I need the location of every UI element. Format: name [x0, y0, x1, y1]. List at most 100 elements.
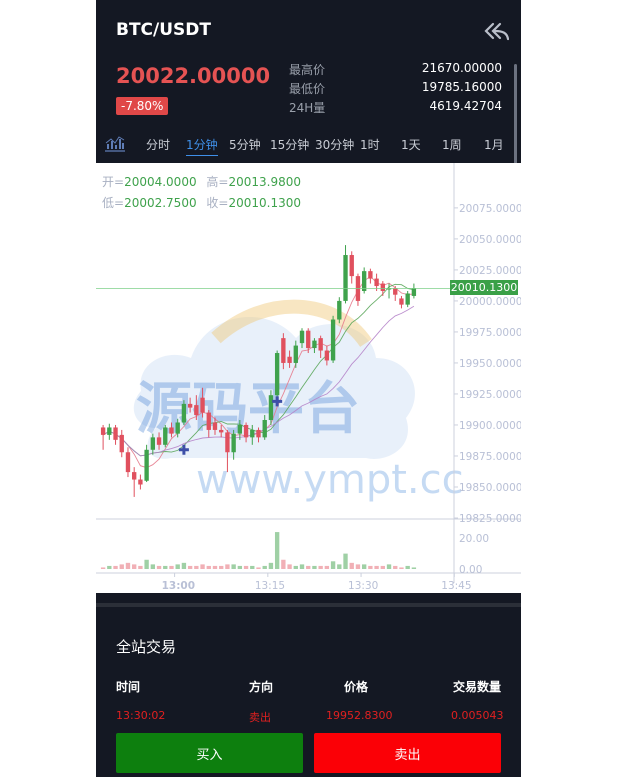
volume-bar [156, 565, 162, 569]
volume-bar [293, 565, 298, 569]
volume-bar [337, 564, 342, 569]
candle-body [144, 449, 149, 481]
candle-body [150, 437, 156, 450]
buy-button[interactable]: 买入 [116, 733, 303, 773]
candle-body [225, 432, 230, 453]
low-value: 20002.7500 [124, 196, 197, 210]
tab-1week[interactable]: 1周 [442, 136, 462, 153]
tab-1min[interactable]: 1分钟 [186, 136, 218, 156]
stat-value: 19785.16000 [421, 80, 502, 94]
stat-label: 最高价 [289, 63, 326, 77]
candle-body [368, 271, 373, 279]
volume-bar [181, 562, 187, 569]
volume-bar [175, 564, 180, 569]
candle-body [219, 429, 224, 433]
volume-bar [150, 564, 156, 569]
close-label: 收= [206, 196, 229, 210]
candle-body [132, 472, 137, 480]
low-label: 低= [102, 196, 125, 210]
stat-high: 最高价 21670.00000 [289, 61, 502, 80]
candle-body [405, 293, 410, 305]
volume-bar [200, 564, 205, 569]
candle-body [194, 405, 199, 416]
tab-timeshare[interactable]: 分时 [146, 136, 170, 153]
volume-bar [355, 564, 361, 569]
candle-body [181, 403, 187, 423]
chart-canvas[interactable]: 源码平台www.ympt.cc20075.000020050.000020025… [96, 163, 521, 593]
stat-volume: 24H量 4619.42704 [289, 99, 502, 118]
volume-bar [187, 565, 193, 569]
volume-bar [132, 564, 137, 569]
volume-bar [330, 561, 336, 569]
volume-bar [138, 565, 143, 569]
volume-bar [299, 564, 305, 569]
trade-price: 19952.8300 [326, 709, 393, 722]
volume-bar [324, 565, 330, 569]
candle-body [324, 350, 330, 361]
tab-1day[interactable]: 1天 [401, 136, 421, 153]
volume-bar [119, 564, 124, 569]
candle-body [107, 427, 112, 435]
time-tick-label: 13:00 [162, 580, 195, 592]
tab-5min[interactable]: 5分钟 [229, 136, 261, 153]
candle-body [393, 288, 398, 295]
price-tick-label: 20025.0000 [459, 265, 521, 277]
change-badge: -7.80% [116, 97, 169, 115]
header: BTC/USDT [96, 0, 521, 60]
candle-body [250, 429, 255, 438]
volume-bar [163, 565, 168, 569]
tab-1month[interactable]: 1月 [484, 136, 504, 153]
last-price-label: 20010.1300 [450, 280, 518, 296]
volume-bar [206, 565, 211, 569]
price-tick-label: 19975.0000 [459, 327, 521, 339]
back-double-arrow-icon[interactable] [483, 20, 509, 42]
volume-tick-label: 0.00 [459, 564, 482, 576]
candle-body [318, 338, 323, 351]
trade-time: 13:30:02 [116, 709, 166, 722]
candle-body [374, 278, 379, 287]
open-value: 20004.0000 [124, 175, 197, 189]
volume-bar [343, 553, 348, 569]
volume-bar [113, 565, 118, 569]
kline-bars-icon[interactable] [104, 136, 126, 152]
candle-body [231, 433, 236, 453]
volume-bar [361, 564, 367, 569]
tab-15min[interactable]: 15分钟 [270, 136, 309, 153]
col-header-time: 时间 [116, 680, 141, 694]
stat-value: 4619.42704 [429, 99, 502, 113]
price-tick-label: 19900.0000 [459, 420, 521, 432]
volume-bar [194, 565, 199, 569]
sell-button[interactable]: 卖出 [314, 733, 501, 773]
stat-label: 24H量 [289, 101, 326, 115]
candle-body [306, 330, 311, 349]
stat-value: 21670.00000 [421, 61, 502, 75]
tab-30min[interactable]: 30分钟 [315, 136, 354, 153]
tab-1hour[interactable]: 1时 [360, 136, 380, 153]
candle-body [411, 288, 417, 296]
candle-body [262, 420, 267, 438]
candle-body [343, 255, 348, 301]
trade-qty: 0.005043 [451, 709, 504, 722]
candle-body [312, 340, 317, 349]
candle-body [237, 424, 243, 434]
volume-bar [262, 565, 267, 569]
volume-bar [125, 562, 131, 569]
candle-body [119, 434, 124, 453]
volume-bar [386, 564, 392, 569]
candle-body [206, 412, 211, 430]
kline-chart[interactable]: 源码平台 www.ympt.cc 20075.0000 20050.0000 20025… [96, 163, 521, 593]
volume-bar [231, 564, 236, 569]
high-label: 高= [206, 175, 229, 189]
volume-bar [274, 532, 280, 569]
candle-body [175, 422, 180, 434]
volume-bar [107, 565, 112, 569]
price-tick-label: 19925.0000 [459, 389, 521, 401]
volume-bar [349, 562, 354, 569]
trade-side: 卖出 [249, 711, 271, 724]
volume-bar [219, 565, 224, 569]
trading-app: BTC/USDT 20022.00000 -7.80% 最高价 21670.00… [96, 0, 521, 777]
volume-bar [380, 565, 385, 569]
candle-body [256, 429, 261, 438]
volume-bar [368, 565, 373, 569]
col-header-side: 方向 [249, 680, 274, 694]
